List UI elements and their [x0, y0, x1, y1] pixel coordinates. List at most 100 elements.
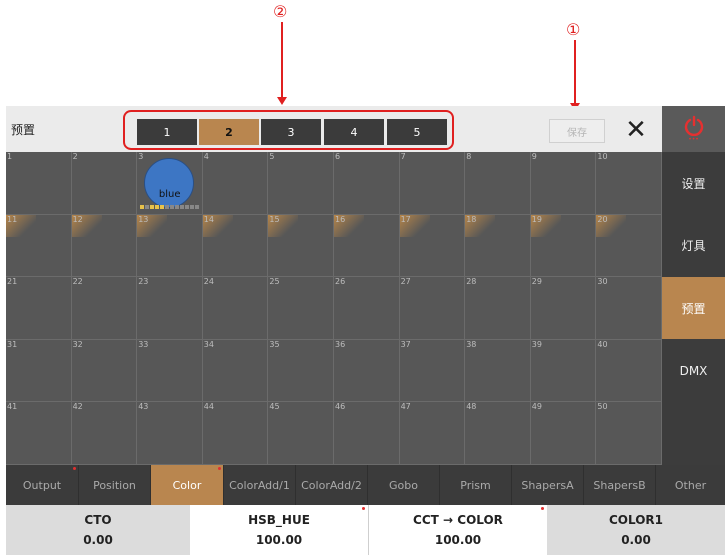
- tab-shapers-b[interactable]: ShapersB: [584, 465, 656, 505]
- tab-output[interactable]: Output: [6, 465, 79, 505]
- preset-cell[interactable]: 25: [268, 277, 334, 340]
- callout-1-line: [574, 40, 576, 104]
- preset-cell[interactable]: 13: [137, 214, 203, 278]
- tab-gobo[interactable]: Gobo: [368, 465, 440, 505]
- sidebar-item-fixtures[interactable]: 灯具: [662, 214, 725, 276]
- preset-cell[interactable]: 38: [465, 339, 531, 403]
- preset-cell[interactable]: 47: [399, 402, 466, 465]
- preset-cell[interactable]: 9: [530, 152, 597, 215]
- preset-cell-number: 31: [7, 339, 18, 349]
- preset-cell[interactable]: 33: [137, 339, 203, 403]
- preset-cell[interactable]: 41: [6, 402, 72, 465]
- sidebar-item-dmx[interactable]: DMX: [662, 340, 725, 402]
- preset-label: blue: [158, 189, 181, 200]
- preset-cell[interactable]: 7: [399, 152, 466, 215]
- preset-cell-number: 37: [400, 339, 411, 349]
- preset-cell-number: 41: [7, 402, 18, 412]
- param-color1[interactable]: COLOR1 0.00: [547, 505, 725, 555]
- screenshot-stage: ② ① 预置 1 2 3 4 5 保存 ✕ ••• 1 2 3 blue 4 5 6 7 8 9 1…: [0, 0, 725, 555]
- preset-cell[interactable]: 17: [399, 214, 466, 278]
- preset-cell[interactable]: 32: [71, 339, 138, 403]
- color-swatch-icon: [144, 158, 195, 208]
- power-button[interactable]: •••: [662, 106, 725, 152]
- preset-cell[interactable]: 1: [6, 152, 72, 215]
- preset-cell[interactable]: 3 blue: [137, 152, 203, 215]
- preset-cell[interactable]: 11: [6, 214, 72, 278]
- preset-cell[interactable]: 49: [530, 402, 597, 465]
- channel-dot-icon: [170, 205, 175, 209]
- callout-2-arrow: [277, 97, 287, 105]
- preset-cell[interactable]: 44: [202, 402, 269, 465]
- tab-color[interactable]: Color: [151, 465, 224, 505]
- param-cct-color[interactable]: CCT → COLOR 100.00: [368, 505, 547, 555]
- preset-cell[interactable]: 12: [71, 214, 138, 278]
- tab-coloradd-2[interactable]: ColorAdd/2: [296, 465, 368, 505]
- tab-coloradd-1[interactable]: ColorAdd/1: [224, 465, 296, 505]
- preset-cell-number: 29: [531, 277, 542, 287]
- callout-2-line: [281, 22, 283, 98]
- preset-cell[interactable]: 37: [399, 339, 466, 403]
- preset-cell[interactable]: 39: [530, 339, 597, 403]
- preset-cell[interactable]: 8: [465, 152, 531, 215]
- preset-cell[interactable]: 14: [202, 214, 269, 278]
- close-icon[interactable]: ✕: [622, 116, 650, 144]
- preset-cell[interactable]: 2: [71, 152, 138, 215]
- preset-cell[interactable]: 45: [268, 402, 334, 465]
- tab-prism[interactable]: Prism: [440, 465, 512, 505]
- preset-cell-number: 33: [138, 339, 149, 349]
- preset-cell[interactable]: 21: [6, 277, 72, 340]
- preset-cell[interactable]: 36: [334, 339, 400, 403]
- preset-cell[interactable]: 10: [596, 152, 662, 215]
- tab-label: Position: [93, 478, 136, 492]
- preset-cell[interactable]: 5: [268, 152, 334, 215]
- preset-cell[interactable]: 27: [399, 277, 466, 340]
- tab-other[interactable]: Other: [656, 465, 725, 505]
- preset-cell-number: 48: [466, 402, 477, 412]
- modified-dot-icon: [218, 467, 221, 470]
- channel-dot-icon: [155, 205, 160, 209]
- preset-cell[interactable]: 4: [202, 152, 269, 215]
- preset-cell[interactable]: 28: [465, 277, 531, 340]
- preset-cell[interactable]: 16: [334, 214, 400, 278]
- page-selector-highlight: [123, 110, 454, 150]
- preset-cell[interactable]: 34: [202, 339, 269, 403]
- param-value: 100.00: [255, 533, 303, 547]
- preset-cell[interactable]: 48: [465, 402, 531, 465]
- preset-cell[interactable]: 46: [334, 402, 400, 465]
- preset-cell[interactable]: 35: [268, 339, 334, 403]
- param-cto[interactable]: CTO 0.00: [6, 505, 190, 555]
- preset-cell-number: 7: [400, 152, 406, 161]
- preset-cell[interactable]: 24: [202, 277, 269, 340]
- preset-cell[interactable]: 42: [71, 402, 138, 465]
- preset-cell[interactable]: 26: [334, 277, 400, 340]
- preset-cell[interactable]: 15: [268, 214, 334, 278]
- preset-cell[interactable]: 43: [137, 402, 203, 465]
- preset-cell[interactable]: 30: [596, 277, 662, 340]
- preset-cell[interactable]: 20: [596, 214, 662, 278]
- channel-dot-icon: [165, 205, 170, 209]
- preset-cell-number: 34: [203, 339, 214, 349]
- preset-cell[interactable]: 22: [71, 277, 138, 340]
- tab-position[interactable]: Position: [79, 465, 151, 505]
- preset-cell[interactable]: 29: [530, 277, 597, 340]
- tab-shapers-a[interactable]: ShapersA: [512, 465, 584, 505]
- save-button[interactable]: 保存: [549, 119, 605, 143]
- channel-dot-icon: [140, 205, 145, 209]
- preset-cell-number: 47: [400, 402, 411, 412]
- preset-cell[interactable]: 18: [465, 214, 531, 278]
- channel-dot-icon: [180, 205, 185, 209]
- sidebar: 设置 灯具 预置 DMX: [662, 152, 725, 465]
- preset-cell-number: 13: [138, 214, 149, 224]
- power-indicator-dots-icon: •••: [688, 136, 699, 143]
- preset-cell[interactable]: 40: [596, 339, 662, 403]
- preset-cell[interactable]: 19: [530, 214, 597, 278]
- sidebar-item-presets[interactable]: 预置: [662, 277, 725, 339]
- preset-cell-number: 9: [531, 152, 537, 161]
- param-hsb-hue[interactable]: HSB_HUE 100.00: [190, 505, 368, 555]
- preset-cell-number: 5: [269, 152, 275, 161]
- preset-cell[interactable]: 31: [6, 339, 72, 403]
- preset-cell[interactable]: 6: [334, 152, 400, 215]
- sidebar-item-settings[interactable]: 设置: [662, 152, 725, 214]
- preset-cell[interactable]: 50: [596, 402, 662, 465]
- preset-cell[interactable]: 23: [137, 277, 203, 340]
